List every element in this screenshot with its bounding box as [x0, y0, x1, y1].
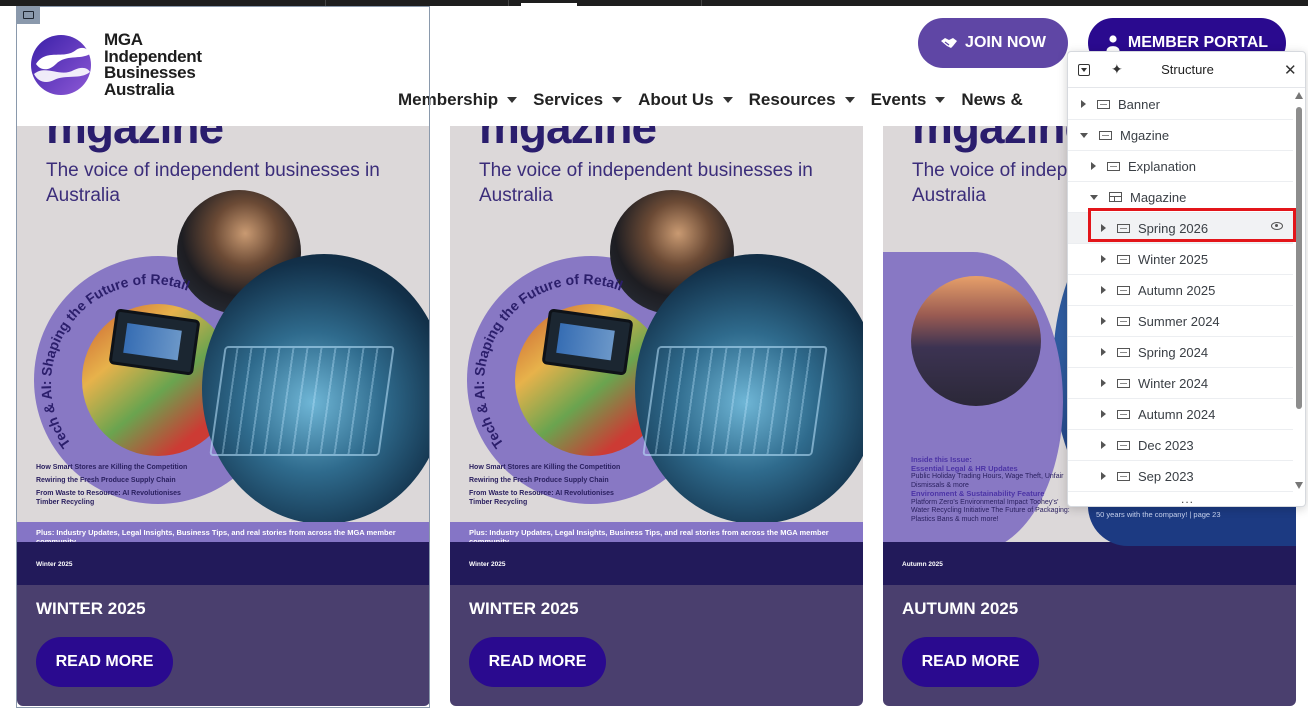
read-more-button[interactable]: READ MORE — [36, 637, 173, 687]
structure-panel-title: Structure — [1161, 62, 1214, 77]
read-more-button[interactable]: READ MORE — [902, 637, 1039, 687]
close-icon[interactable]: ✕ — [1284, 61, 1297, 79]
cover-plus-band: Plus: Industry Updates, Legal Insights, … — [17, 522, 430, 546]
cover-bullets: Inside this Issue: Essential Legal & HR … — [911, 455, 1070, 523]
tree-row[interactable]: Mgazine — [1068, 120, 1293, 151]
scrollbar[interactable] — [1294, 92, 1304, 490]
tree-row[interactable]: Banner — [1068, 89, 1293, 120]
read-more-button[interactable]: READ MORE — [469, 637, 606, 687]
scroll-up-icon[interactable] — [1295, 92, 1303, 99]
nav-about-us[interactable]: About Us — [638, 90, 733, 110]
nav-resources[interactable]: Resources — [749, 90, 855, 110]
user-icon — [1106, 35, 1120, 51]
chevron-right-icon[interactable] — [1101, 472, 1106, 480]
magazine-card: mgazine The voice of independent busines… — [17, 126, 430, 706]
section-icon — [1097, 99, 1110, 109]
tree-row[interactable]: Winter 2025 — [1068, 244, 1293, 275]
tree-row[interactable]: Summer 2024 — [1068, 306, 1293, 337]
chevron-right-icon[interactable] — [1101, 255, 1106, 263]
chevron-down-icon — [507, 97, 518, 103]
cover-issue-band: Autumn 2025 — [883, 542, 1296, 585]
section-icon — [1117, 316, 1130, 326]
chevron-right-icon[interactable] — [1101, 441, 1106, 449]
cover-bullets: How Smart Stores are Killing the Competi… — [469, 464, 621, 506]
section-icon — [1117, 440, 1130, 450]
section-icon — [1117, 347, 1130, 357]
city-image — [911, 276, 1041, 406]
chevron-right-icon[interactable] — [1081, 100, 1086, 108]
magazine-card: mgazine The voice of independent busines… — [450, 126, 863, 706]
scrollbar-thumb[interactable] — [1296, 107, 1302, 409]
nav-events[interactable]: Events — [871, 90, 946, 110]
chevron-down-icon — [935, 97, 946, 103]
selection-highlight — [1088, 208, 1296, 242]
chevron-right-icon[interactable] — [1091, 162, 1096, 170]
card-title: AUTUMN 2025 — [902, 599, 1019, 618]
chevron-down-icon[interactable] — [1090, 194, 1098, 200]
grid-icon — [1109, 192, 1122, 202]
chevron-right-icon[interactable] — [1101, 317, 1106, 325]
nav-membership[interactable]: Membership — [398, 90, 518, 110]
tree-row[interactable]: Dec 2023 — [1068, 430, 1293, 461]
cover-issue-band: Winter 2025 — [17, 542, 430, 585]
chevron-down-icon — [844, 97, 855, 103]
chevron-right-icon[interactable] — [1101, 348, 1106, 356]
svg-text:Tech & AI: Shaping the Future: Tech & AI: Shaping the Future of Retail — [38, 271, 192, 452]
section-icon — [1117, 285, 1130, 295]
chevron-down-icon[interactable] — [1080, 132, 1088, 138]
section-icon — [1099, 130, 1112, 140]
tree-row[interactable]: Spring 2024 — [1068, 337, 1293, 368]
tree-row[interactable]: Explanation — [1068, 151, 1293, 182]
tree-row[interactable]: Autumn 2025 — [1068, 275, 1293, 306]
structure-panel: ✦ Structure ✕ Banner Mgazine Explanation… — [1067, 51, 1306, 507]
cover-bullets: How Smart Stores are Killing the Competi… — [36, 464, 188, 506]
mga-logo-icon[interactable] — [30, 34, 92, 96]
svg-text:Tech & AI: Shaping the Future: Tech & AI: Shaping the Future of Retail — [471, 271, 625, 452]
cover-plus-band: Plus: Industry Updates, Legal Insights, … — [450, 522, 863, 546]
cover-issue-band: Winter 2025 — [450, 542, 863, 585]
cover-title: mgazine — [912, 126, 1090, 153]
chevron-down-icon — [722, 97, 733, 103]
chevron-right-icon[interactable] — [1101, 410, 1106, 418]
nav-services[interactable]: Services — [533, 90, 623, 110]
card-title: WINTER 2025 — [469, 599, 579, 618]
magazine-cover[interactable]: mgazine The voice of independent busines… — [450, 126, 863, 585]
main-nav: Membership Services About Us Resources E… — [398, 90, 1039, 110]
tree-row[interactable]: Winter 2024 — [1068, 368, 1293, 399]
section-icon — [1117, 254, 1130, 264]
section-icon — [1107, 161, 1120, 171]
chevron-down-icon — [612, 97, 623, 103]
tree-row[interactable]: Sep 2023 — [1068, 461, 1293, 492]
structure-panel-header: ✦ Structure ✕ — [1068, 52, 1305, 88]
chevron-right-icon[interactable] — [1101, 286, 1106, 294]
tree-row[interactable]: Autumn 2024 — [1068, 399, 1293, 430]
join-now-button[interactable]: JOIN NOW — [918, 18, 1068, 68]
nav-news[interactable]: News & — [961, 90, 1022, 110]
scroll-down-icon[interactable] — [1295, 482, 1303, 489]
chevron-right-icon[interactable] — [1101, 379, 1106, 387]
panel-resize-handle[interactable]: ... — [1068, 492, 1305, 506]
element-handle-icon[interactable] — [16, 6, 40, 24]
section-icon — [1117, 409, 1130, 419]
cover-title: mgazine — [46, 126, 224, 153]
handshake-icon — [941, 38, 958, 48]
section-icon — [1117, 378, 1130, 388]
card-title: WINTER 2025 — [36, 599, 146, 618]
section-icon — [1117, 471, 1130, 481]
magazine-cover[interactable]: mgazine The voice of independent busines… — [17, 126, 430, 585]
cover-title: mgazine — [479, 126, 657, 153]
logo-text[interactable]: MGA Independent Businesses Australia — [104, 31, 202, 98]
page: MGA Independent Businesses Australia JOI… — [0, 0, 1308, 710]
